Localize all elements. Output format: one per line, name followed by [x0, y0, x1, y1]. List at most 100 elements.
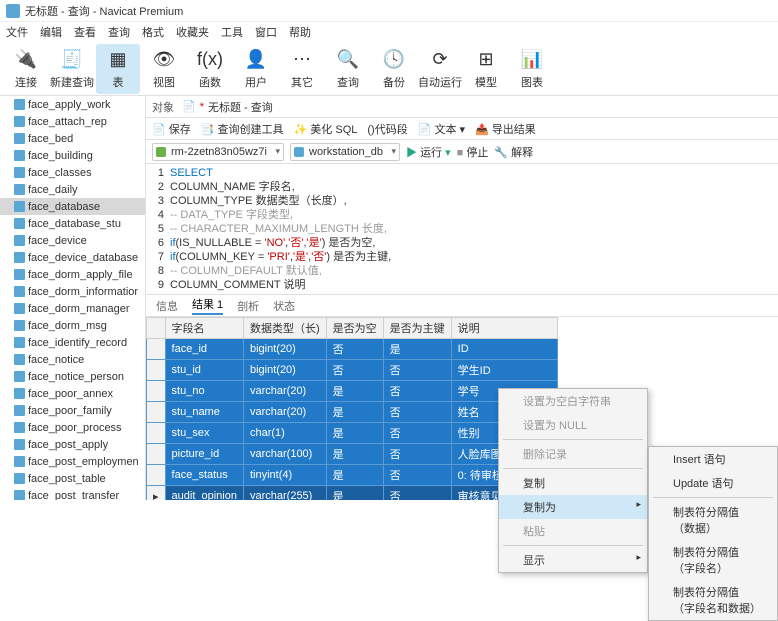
toolbar-视图[interactable]: 👁视图	[142, 44, 186, 94]
cell[interactable]: 否	[383, 402, 451, 423]
context-submenu[interactable]: Insert 语句 Update 语句 制表符分隔值（数据） 制表符分隔值（字段…	[648, 446, 778, 621]
cell[interactable]: varchar(20)	[243, 402, 326, 423]
submenu-tsv-fields[interactable]: 制表符分隔值（字段名）	[649, 540, 777, 580]
table-face_dorm_msg[interactable]: face_dorm_msg	[0, 317, 145, 334]
cell[interactable]: 是	[383, 339, 451, 360]
toolbar-函数[interactable]: f(x)函数	[188, 44, 232, 94]
menu-set-null[interactable]: 设置为 NULL	[499, 413, 647, 437]
menu-display[interactable]: 显示	[499, 548, 647, 572]
submenu-tsv-both[interactable]: 制表符分隔值（字段名和数据）	[649, 580, 777, 620]
tab-profile[interactable]: 剖析	[237, 298, 259, 314]
toolbar-备份[interactable]: 🕓备份	[372, 44, 416, 94]
menu-copy[interactable]: 复制	[499, 471, 647, 495]
submenu-update[interactable]: Update 语句	[649, 471, 777, 495]
menu-文件[interactable]: 文件	[6, 24, 28, 40]
cell[interactable]: picture_id	[165, 444, 243, 465]
menu-set-empty[interactable]: 设置为空白字符串	[499, 389, 647, 413]
menu-格式[interactable]: 格式	[142, 24, 164, 40]
query-builder-button[interactable]: 📑 查询创建工具	[201, 121, 284, 137]
explain-button[interactable]: 🔧 解释	[494, 144, 533, 160]
table-face_poor_family[interactable]: face_poor_family	[0, 402, 145, 419]
menu-查询[interactable]: 查询	[108, 24, 130, 40]
table-face_device_database[interactable]: face_device_database	[0, 249, 145, 266]
cell[interactable]: 否	[383, 444, 451, 465]
submenu-tsv-data[interactable]: 制表符分隔值（数据）	[649, 500, 777, 540]
tab-query[interactable]: 📄 *无标题 - 查询	[182, 99, 273, 115]
col-header[interactable]: 是否为主键	[383, 318, 451, 339]
toolbar-其它[interactable]: ⋯其它	[280, 44, 324, 94]
cell[interactable]: tinyint(4)	[243, 465, 326, 486]
text-button[interactable]: 📄 文本 ▾	[418, 121, 465, 137]
save-button[interactable]: 📄 保存	[152, 121, 191, 137]
cell[interactable]: 否	[326, 339, 383, 360]
col-header[interactable]: 数据类型（长)	[243, 318, 326, 339]
table-face_post_transfer[interactable]: face_post_transfer	[0, 487, 145, 500]
cell[interactable]: 否	[383, 423, 451, 444]
export-button[interactable]: 📤 导出结果	[475, 121, 536, 137]
table-face_notice[interactable]: face_notice	[0, 351, 145, 368]
menu-窗口[interactable]: 窗口	[255, 24, 277, 40]
cell[interactable]: 是	[326, 486, 383, 501]
cell[interactable]: varchar(20)	[243, 381, 326, 402]
cell[interactable]: face_status	[165, 465, 243, 486]
cell[interactable]: 否	[383, 360, 451, 381]
table-face_identify_record[interactable]: face_identify_record	[0, 334, 145, 351]
col-header[interactable]: 是否为空	[326, 318, 383, 339]
context-menu[interactable]: 设置为空白字符串 设置为 NULL 删除记录 复制 复制为 粘贴 显示	[498, 388, 648, 573]
cell[interactable]: audit_opinion	[165, 486, 243, 501]
cell[interactable]: 否	[383, 486, 451, 501]
toolbar-用户[interactable]: 👤用户	[234, 44, 278, 94]
table-face_dorm_informatior[interactable]: face_dorm_informatior	[0, 283, 145, 300]
cell[interactable]: ID	[451, 339, 558, 360]
table-face_notice_person[interactable]: face_notice_person	[0, 368, 145, 385]
cell[interactable]: stu_id	[165, 360, 243, 381]
tab-objects[interactable]: 对象	[152, 99, 174, 115]
col-header[interactable]: 字段名	[165, 318, 243, 339]
cell[interactable]: stu_no	[165, 381, 243, 402]
cell[interactable]: 是	[326, 402, 383, 423]
col-header[interactable]: 说明	[451, 318, 558, 339]
menu-帮助[interactable]: 帮助	[289, 24, 311, 40]
cell[interactable]: varchar(255)	[243, 486, 326, 501]
table-face_poor_annex[interactable]: face_poor_annex	[0, 385, 145, 402]
cell[interactable]: 学生ID	[451, 360, 558, 381]
table-face_device[interactable]: face_device	[0, 232, 145, 249]
schema-select[interactable]: workstation_db	[290, 143, 400, 161]
table-face_daily[interactable]: face_daily	[0, 181, 145, 198]
sql-editor[interactable]: 123456789 SELECT COLUMN_NAME 字段名, COLUMN…	[146, 164, 778, 295]
submenu-insert[interactable]: Insert 语句	[649, 447, 777, 471]
cell[interactable]: 是	[326, 444, 383, 465]
cell[interactable]: 是	[326, 465, 383, 486]
menu-编辑[interactable]: 编辑	[40, 24, 62, 40]
table-face_dorm_manager[interactable]: face_dorm_manager	[0, 300, 145, 317]
table-face_apply_work[interactable]: face_apply_work	[0, 96, 145, 113]
cell[interactable]: bigint(20)	[243, 360, 326, 381]
menu-查看[interactable]: 查看	[74, 24, 96, 40]
table-face_post_employmen[interactable]: face_post_employmen	[0, 453, 145, 470]
table-face_building[interactable]: face_building	[0, 147, 145, 164]
cell[interactable]: 否	[383, 465, 451, 486]
table-face_poor_process[interactable]: face_poor_process	[0, 419, 145, 436]
cell[interactable]: 是	[326, 381, 383, 402]
menu-copy-as[interactable]: 复制为	[499, 495, 647, 519]
table-face_post_table[interactable]: face_post_table	[0, 470, 145, 487]
cell[interactable]: face_id	[165, 339, 243, 360]
cell[interactable]: 是	[326, 423, 383, 444]
toolbar-自动运行[interactable]: ⟳自动运行	[418, 44, 462, 94]
tab-status[interactable]: 状态	[273, 298, 295, 314]
run-button[interactable]: ▶ 运行 ▾	[406, 144, 451, 160]
cell[interactable]: char(1)	[243, 423, 326, 444]
toolbar-图表[interactable]: 📊图表	[510, 44, 554, 94]
menu-收藏夹[interactable]: 收藏夹	[176, 24, 209, 40]
menu-paste[interactable]: 粘贴	[499, 519, 647, 543]
menu-delete[interactable]: 删除记录	[499, 442, 647, 466]
toolbar-表[interactable]: ▦表	[96, 44, 140, 94]
tab-result1[interactable]: 结果 1	[192, 296, 223, 315]
code-snippet-button[interactable]: ()代码段	[367, 121, 407, 137]
table-face_attach_rep[interactable]: face_attach_rep	[0, 113, 145, 130]
beautify-sql-button[interactable]: ✨ 美化 SQL	[294, 121, 358, 137]
cell[interactable]: 否	[326, 360, 383, 381]
table-face_database[interactable]: face_database	[0, 198, 145, 215]
tab-info[interactable]: 信息	[156, 298, 178, 314]
cell[interactable]: stu_name	[165, 402, 243, 423]
